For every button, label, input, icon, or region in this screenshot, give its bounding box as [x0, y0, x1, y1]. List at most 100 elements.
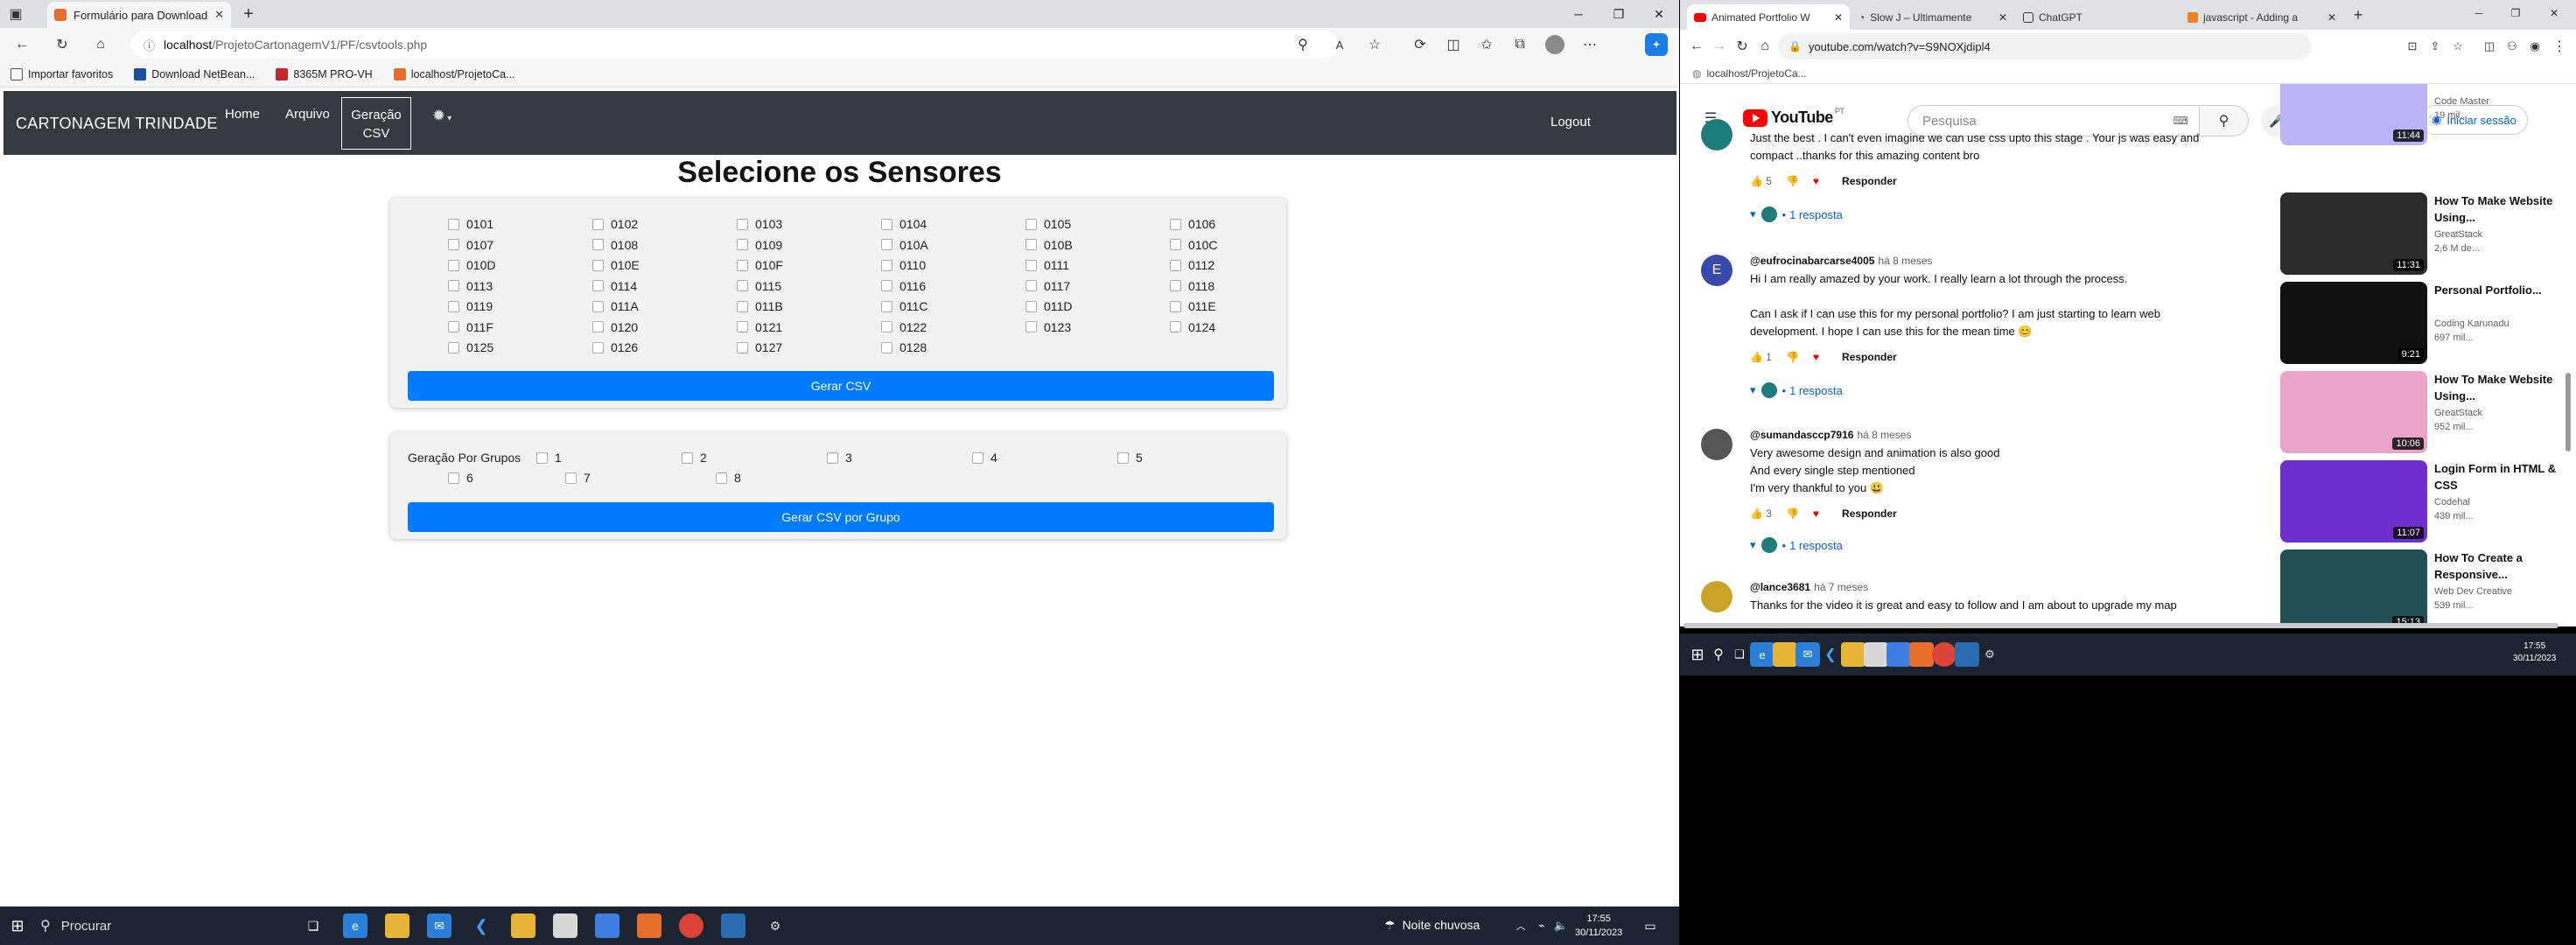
share-icon[interactable]: ⇪ [2426, 37, 2445, 56]
sensor-checkbox-item[interactable]: 010D [448, 257, 592, 273]
checkbox[interactable] [881, 259, 892, 271]
favorite-localhost[interactable]: localhost/ProjetoCa... [393, 67, 515, 80]
checkbox[interactable] [737, 239, 748, 250]
read-aloud-icon[interactable]: A [1330, 35, 1349, 54]
video-thumbnail[interactable]: 15:13 [2280, 550, 2427, 626]
checkbox[interactable] [881, 300, 892, 312]
checkbox[interactable] [1170, 259, 1181, 271]
extensions-icon[interactable]: ⟳ [1410, 35, 1430, 54]
video-title[interactable]: Personal Portfolio... [2434, 282, 2566, 298]
sensor-checkbox-item[interactable]: 0128 [881, 340, 1026, 355]
checkbox[interactable] [448, 321, 459, 332]
replies-toggle[interactable]: ▾ • 1 resposta [1750, 206, 1843, 222]
virtualbox-icon[interactable] [595, 914, 620, 938]
sensor-checkbox-item[interactable]: 011E [1170, 298, 1314, 314]
back-icon[interactable]: ← [12, 35, 32, 54]
minimize-icon[interactable]: ─ [2469, 4, 2488, 23]
favorite-star-icon[interactable]: ☆ [1365, 35, 1384, 54]
checkbox[interactable] [1170, 280, 1181, 291]
sensor-checkbox-item[interactable]: 010B [1026, 237, 1170, 253]
checkbox[interactable] [448, 239, 459, 250]
checkbox[interactable] [448, 280, 459, 291]
checkbox[interactable] [1170, 300, 1181, 312]
sensor-checkbox-item[interactable]: 0115 [737, 278, 881, 294]
checkbox[interactable] [881, 341, 892, 354]
sensor-checkbox-item[interactable]: 0102 [592, 216, 737, 232]
sensor-checkbox-item[interactable]: 0109 [737, 237, 881, 253]
sensor-checkbox-item[interactable]: 0117 [1026, 278, 1170, 294]
checkbox[interactable] [1170, 239, 1181, 250]
checkbox[interactable] [737, 218, 748, 230]
chrome-address-bar[interactable]: 🔒 youtube.com/watch?v=S9NOXjdipl4 [1778, 33, 2312, 60]
minimize-icon[interactable]: ─ [1558, 0, 1599, 28]
comment-avatar[interactable] [1701, 119, 1732, 150]
home-icon[interactable]: ⌂ [91, 35, 110, 54]
video-channel[interactable]: Web Dev Creative [2434, 586, 2512, 597]
video-channel[interactable]: GreatStack [2434, 408, 2482, 418]
sensor-checkbox-item[interactable]: 0108 [592, 237, 737, 253]
checkbox[interactable] [448, 300, 459, 312]
new-tab-icon[interactable]: + [240, 4, 257, 24]
bookmark-star-icon[interactable]: ☆ [2448, 37, 2468, 56]
snipping-icon[interactable] [1955, 642, 1979, 667]
sensor-checkbox-item[interactable]: 0121 [737, 319, 881, 335]
document-icon[interactable] [553, 914, 578, 938]
recommended-video[interactable]: 11:07 Login Form in HTML & CSS Codehal 439 … [2280, 460, 2569, 544]
sensor-checkbox-item[interactable]: 0123 [1026, 319, 1170, 335]
checkbox[interactable] [592, 321, 604, 332]
checkbox[interactable] [536, 452, 548, 464]
restore-icon[interactable]: ❐ [2506, 4, 2525, 23]
favorites-icon[interactable]: ✩ [1477, 35, 1496, 54]
xampp-taskbar-icon[interactable] [1909, 642, 1934, 667]
video-thumbnail[interactable]: 11:31 [2280, 192, 2427, 275]
xampp-taskbar-icon[interactable] [637, 914, 662, 938]
volume-icon[interactable]: 🔈 [1549, 914, 1573, 938]
checkbox[interactable] [592, 218, 604, 230]
reply-button[interactable]: Responder [1842, 175, 1897, 187]
checkbox[interactable] [737, 280, 748, 291]
recommended-video[interactable]: 11:31 How To Make Website Using... GreatSt… [2280, 192, 2569, 276]
vscode-icon[interactable]: ❮ [1818, 642, 1843, 667]
checkbox[interactable] [448, 341, 459, 354]
recommended-video[interactable]: 15:13 How To Create a Responsive... Web De… [2280, 550, 2569, 626]
comment-avatar[interactable]: E [1701, 255, 1732, 286]
nav-geracao-csv[interactable]: Geração CSV [341, 97, 411, 150]
file-explorer-icon[interactable] [385, 914, 410, 938]
checkbox[interactable] [737, 259, 748, 271]
more-options-icon[interactable]: ⋮ [2550, 37, 2569, 56]
chrome-tab-chatgpt[interactable]: ChatGPT [2016, 4, 2179, 30]
recommended-video[interactable]: 9:21 Personal Portfolio... Coding Karunadu… [2280, 282, 2569, 366]
checkbox[interactable] [881, 280, 892, 291]
sensor-checkbox-item[interactable]: 0106 [1170, 216, 1314, 232]
like-icon[interactable]: 👍 5 [1750, 175, 1772, 187]
sensor-checkbox-item[interactable]: 0112 [1170, 257, 1314, 273]
address-bar[interactable]: ⓘ localhost/ProjetoCartonagemV1/PF/csvto… [131, 32, 1339, 58]
weather-widget[interactable]: ☂ Noite chuvosa [1384, 918, 1480, 933]
document-icon[interactable] [1864, 642, 1888, 667]
nav-home[interactable]: Home [225, 107, 260, 122]
sensor-checkbox-item[interactable]: 0125 [448, 340, 592, 355]
task-view-icon[interactable]: ❑ [1727, 642, 1752, 667]
comment-author[interactable]: @eufrocinabarcarse4005 há 8 meses [1750, 255, 1933, 267]
sensor-checkbox-item[interactable]: 0127 [737, 340, 881, 355]
replies-toggle[interactable]: ▾ • 1 resposta [1750, 537, 1843, 553]
checkbox[interactable] [592, 239, 604, 250]
checkbox[interactable] [737, 341, 748, 354]
dislike-icon[interactable]: 👎 [1786, 508, 1799, 520]
sensor-checkbox-item[interactable]: 0101 [448, 216, 592, 232]
reply-button[interactable]: Responder [1842, 351, 1897, 363]
checkbox[interactable] [1170, 218, 1181, 230]
virtualbox-icon[interactable] [1886, 642, 1911, 667]
refresh-icon[interactable]: ↻ [52, 35, 72, 54]
checkbox[interactable] [682, 452, 693, 464]
checkbox[interactable] [1170, 321, 1181, 332]
recommended-video[interactable]: 11:44 Code Master 19 mil... [2280, 84, 2569, 147]
back-icon[interactable]: ← [1687, 37, 1706, 56]
close-tab-icon[interactable]: ✕ [2328, 11, 2336, 24]
group-checkbox-item[interactable]: 8 [716, 471, 741, 485]
close-tab-icon[interactable]: ✕ [214, 8, 224, 22]
vertical-scrollbar[interactable] [2566, 373, 2571, 452]
checkbox[interactable] [592, 259, 604, 271]
sensor-checkbox-item[interactable]: 0113 [448, 278, 592, 294]
like-icon[interactable]: 👍 1 [1750, 351, 1772, 363]
